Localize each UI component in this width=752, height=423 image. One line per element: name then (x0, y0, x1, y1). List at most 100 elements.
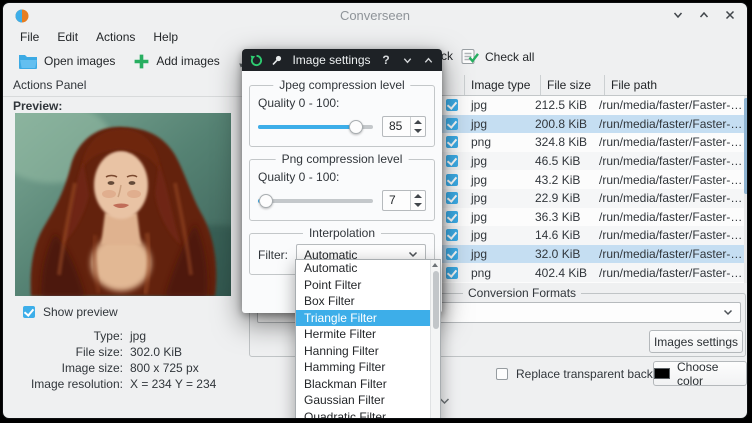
column-header-image-type[interactable]: Image type (465, 75, 541, 95)
close-icon[interactable] (723, 8, 737, 22)
png-slider-handle[interactable] (259, 194, 273, 208)
cell-image-type: jpg (465, 191, 529, 205)
column-header-file-path[interactable]: File path (605, 75, 748, 95)
jpeg-slider-handle[interactable] (349, 120, 363, 134)
file-row[interactable]: jpg32.0 KiB/run/media/faster/Faster-… (439, 245, 748, 264)
menu-actions[interactable]: Actions (87, 28, 144, 47)
row-checkbox[interactable] (446, 136, 458, 148)
preview-label: Preview: (13, 99, 62, 113)
table-rows: jpg212.5 KiB/run/media/faster/Faster-…jp… (439, 96, 748, 282)
filter-option[interactable]: Gaussian Filter (296, 392, 430, 409)
menu-edit[interactable]: Edit (48, 28, 87, 47)
color-swatch (654, 368, 670, 379)
filter-option[interactable]: Box Filter (296, 293, 430, 310)
maximize-icon[interactable] (697, 8, 711, 22)
spin-down-icon[interactable] (411, 201, 425, 211)
filter-option[interactable]: Quadratic Filter (296, 409, 430, 420)
conversion-formats-title: Conversion Formats (463, 286, 581, 300)
open-images-button[interactable]: Open images (9, 50, 124, 73)
cell-file-path: /run/media/faster/Faster-… (593, 191, 748, 205)
file-row[interactable]: jpg43.2 KiB/run/media/faster/Faster-… (439, 170, 748, 189)
row-checkbox[interactable] (446, 155, 458, 167)
image-info: Type:jpgFile size:302.0 KiBImage size:80… (9, 328, 249, 392)
image-preview (15, 113, 231, 296)
popup-scrollbar-handle[interactable] (433, 271, 439, 329)
help-icon[interactable]: ? (379, 53, 393, 67)
png-group-title: Png compression level (276, 152, 409, 166)
cell-file-size: 200.8 KiB (529, 117, 593, 131)
images-settings-button[interactable]: Images settings (649, 330, 743, 353)
cell-file-size: 402.4 KiB (529, 266, 593, 280)
file-row[interactable]: png402.4 KiB/run/media/faster/Faster-… (439, 263, 748, 282)
png-quality-slider[interactable] (258, 192, 373, 210)
show-preview-checkbox[interactable] (23, 306, 35, 318)
actions-panel-title: Actions Panel (13, 78, 86, 92)
row-checkbox[interactable] (446, 267, 458, 279)
row-checkbox[interactable] (446, 192, 458, 204)
converseen-window: Converseen FileEditActionsHelp Open imag… (2, 2, 748, 419)
png-quality-spinbox[interactable]: 7 (382, 190, 426, 211)
choose-color-button[interactable]: Choose color (653, 361, 747, 386)
column-header-file-size[interactable]: File size (541, 75, 605, 95)
row-checkbox[interactable] (446, 174, 458, 186)
file-table: Image typeFile sizeFile path jpg212.5 Ki… (439, 75, 748, 283)
table-scrollbar[interactable] (744, 96, 748, 283)
jpeg-quality-slider[interactable] (258, 118, 373, 136)
chevron-down-icon (723, 309, 733, 316)
png-quality-value: 7 (383, 191, 410, 210)
jpeg-quality-spinbox[interactable]: 85 (382, 116, 426, 137)
file-row[interactable]: jpg212.5 KiB/run/media/faster/Faster-… (439, 96, 748, 115)
row-checkbox[interactable] (446, 211, 458, 223)
add-images-button[interactable]: Add images (124, 50, 228, 73)
table-header: Image typeFile sizeFile path (439, 75, 748, 96)
filter-option[interactable]: Hanning Filter (296, 343, 430, 360)
shade-down-icon[interactable] (400, 53, 414, 67)
replace-transparent-checkbox[interactable] (496, 368, 508, 380)
file-row[interactable]: jpg22.9 KiB/run/media/faster/Faster-… (439, 189, 748, 208)
cell-image-type: jpg (465, 210, 529, 224)
row-checkbox[interactable] (446, 229, 458, 241)
shade-up-icon[interactable] (421, 53, 435, 67)
cell-file-size: 43.2 KiB (529, 173, 593, 187)
jpeg-group-title: Jpeg compression level (273, 78, 410, 92)
spin-down-icon[interactable] (411, 127, 425, 137)
spin-up-icon[interactable] (411, 117, 425, 127)
menu-help[interactable]: Help (144, 28, 187, 47)
file-row[interactable]: png324.8 KiB/run/media/faster/Faster-… (439, 133, 748, 152)
scrollbar-handle[interactable] (744, 98, 748, 194)
minimize-icon[interactable] (671, 8, 685, 22)
png-compression-group: Png compression level Quality 0 - 100: 7 (249, 159, 435, 221)
filter-label: Filter: (258, 248, 288, 262)
titlebar[interactable]: Converseen (3, 3, 747, 28)
refresh-icon[interactable] (249, 53, 263, 67)
file-row[interactable]: jpg200.8 KiB/run/media/faster/Faster-… (439, 115, 748, 134)
row-checkbox[interactable] (446, 99, 458, 111)
cell-file-path: /run/media/faster/Faster-… (593, 247, 748, 261)
row-checkbox[interactable] (446, 118, 458, 130)
filter-option[interactable]: Automatic (296, 260, 430, 277)
filter-option[interactable]: Blackman Filter (296, 376, 430, 393)
row-checkbox[interactable] (446, 248, 458, 260)
menu-file[interactable]: File (11, 28, 48, 47)
scroll-up-icon[interactable] (432, 263, 438, 267)
file-row[interactable]: jpg14.6 KiB/run/media/faster/Faster-… (439, 226, 748, 245)
filter-option[interactable]: Triangle Filter (296, 310, 430, 327)
filter-option[interactable]: Hermite Filter (296, 326, 430, 343)
cell-image-type: jpg (465, 98, 529, 112)
cell-file-path: /run/media/faster/Faster-… (593, 154, 748, 168)
popup-scrollbar[interactable] (430, 260, 440, 419)
cell-file-size: 32.0 KiB (529, 247, 593, 261)
file-row[interactable]: jpg46.5 KiB/run/media/faster/Faster-… (439, 152, 748, 171)
cell-image-type: jpg (465, 117, 529, 131)
dialog-titlebar[interactable]: Image settings ? (242, 49, 442, 71)
spin-up-icon[interactable] (411, 191, 425, 201)
check-button-partial[interactable]: ck (441, 49, 453, 63)
filter-option[interactable]: Point Filter (296, 277, 430, 294)
jpeg-quality-value: 85 (383, 117, 410, 136)
check-all-button[interactable]: Check all (461, 48, 534, 65)
cell-file-size: 14.6 KiB (529, 228, 593, 242)
chevron-down-icon (408, 251, 418, 258)
filter-option[interactable]: Hamming Filter (296, 359, 430, 376)
pin-icon[interactable] (270, 53, 284, 67)
file-row[interactable]: jpg36.3 KiB/run/media/faster/Faster-… (439, 208, 748, 227)
